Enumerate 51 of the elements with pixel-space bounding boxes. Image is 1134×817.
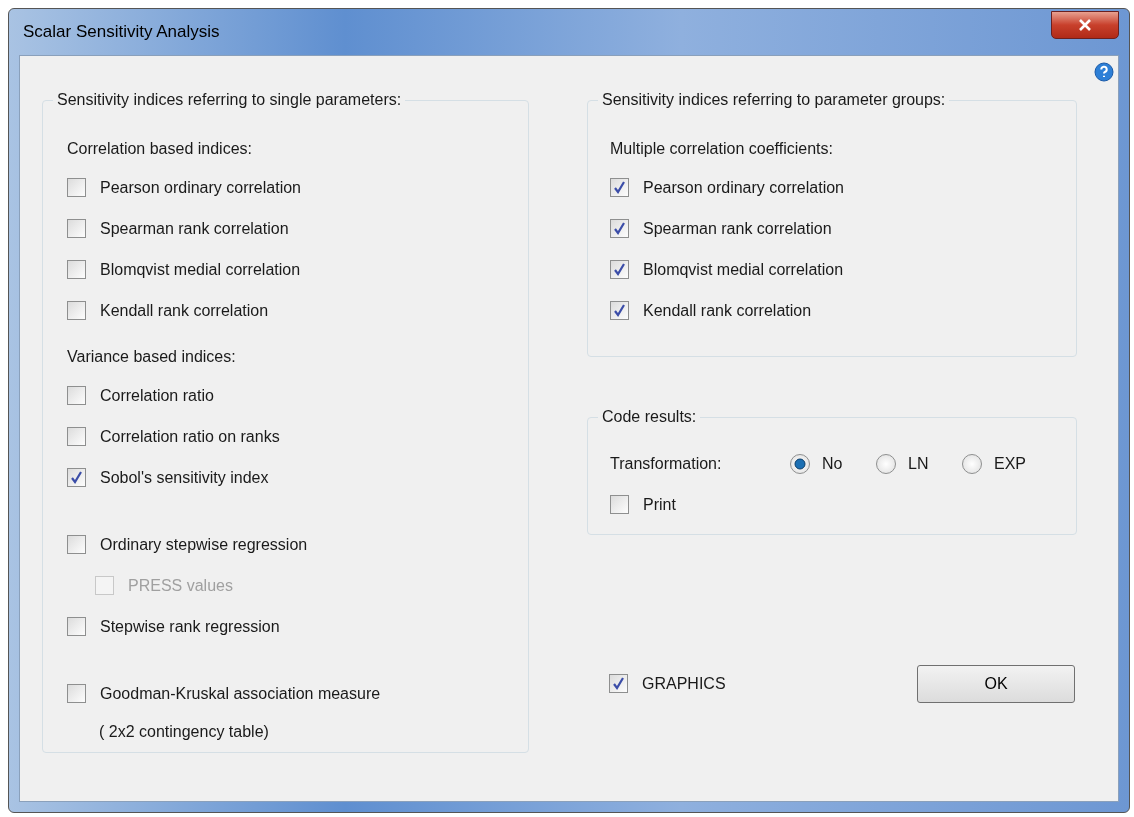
checkbox-label: Pearson ordinary correlation bbox=[643, 177, 844, 198]
close-icon bbox=[1078, 19, 1092, 31]
checkbox-label: Print bbox=[643, 494, 676, 515]
checkbox-label: Kendall rank correlation bbox=[100, 300, 269, 321]
checkbox-label: Pearson ordinary correlation bbox=[100, 177, 301, 198]
checkbox[interactable] bbox=[610, 260, 629, 279]
checkbox[interactable] bbox=[610, 219, 629, 238]
radio-label: LN bbox=[908, 454, 929, 474]
section-heading: Variance based indices: bbox=[67, 347, 236, 367]
checkbox-label: Kendall rank correlation bbox=[643, 300, 812, 321]
checkbox-label: PRESS values bbox=[128, 575, 233, 596]
radio-label: EXP bbox=[994, 454, 1026, 474]
checkbox[interactable] bbox=[610, 301, 629, 320]
window-title: Scalar Sensitivity Analysis bbox=[22, 21, 220, 44]
group-title: Sensitivity indices referring to single parameters: bbox=[53, 90, 406, 110]
section-heading: Multiple correlation coefficients: bbox=[610, 139, 833, 159]
radio-button[interactable] bbox=[790, 454, 810, 474]
radio-button[interactable] bbox=[962, 454, 982, 474]
radio-label: No bbox=[822, 454, 843, 474]
checkbox[interactable] bbox=[67, 301, 86, 320]
checkbox-label: GRAPHICS bbox=[642, 673, 726, 694]
checkbox-label: Correlation ratio on ranks bbox=[100, 426, 280, 447]
close-button[interactable] bbox=[1051, 11, 1119, 39]
checkbox[interactable] bbox=[67, 427, 86, 446]
ok-button[interactable]: OK bbox=[917, 664, 1075, 703]
note-text: ( 2x2 contingency table) bbox=[99, 722, 269, 742]
checkbox-label: Goodman-Kruskal association measure bbox=[100, 683, 381, 704]
checkbox-label: Spearman rank correlation bbox=[100, 218, 289, 239]
checkbox-label: Spearman rank correlation bbox=[643, 218, 832, 239]
checkbox-label: Blomqvist medial correlation bbox=[100, 259, 301, 280]
checkbox[interactable] bbox=[67, 468, 86, 487]
checkbox[interactable] bbox=[67, 260, 86, 279]
checkbox-label: Sobol's sensitivity index bbox=[100, 467, 269, 488]
checkbox[interactable] bbox=[67, 178, 86, 197]
checkbox[interactable] bbox=[610, 178, 629, 197]
checkbox-label: Blomqvist medial correlation bbox=[643, 259, 844, 280]
checkbox[interactable] bbox=[67, 219, 86, 238]
radio-button[interactable] bbox=[876, 454, 896, 474]
group-title: Sensitivity indices referring to parameter groups: bbox=[598, 90, 950, 110]
checkbox[interactable] bbox=[67, 535, 86, 554]
checkbox[interactable] bbox=[67, 617, 86, 636]
checkbox[interactable] bbox=[67, 684, 86, 703]
field-label: Transformation: bbox=[610, 454, 723, 474]
checkbox[interactable] bbox=[609, 674, 628, 693]
checkbox-label: Stepwise rank regression bbox=[100, 616, 280, 637]
help-icon[interactable] bbox=[1094, 62, 1114, 82]
checkbox-label: Ordinary stepwise regression bbox=[100, 534, 308, 555]
checkbox-label: Correlation ratio bbox=[100, 385, 214, 406]
checkbox[interactable] bbox=[610, 495, 629, 514]
section-heading: Correlation based indices: bbox=[67, 139, 252, 159]
checkbox[interactable] bbox=[67, 386, 86, 405]
